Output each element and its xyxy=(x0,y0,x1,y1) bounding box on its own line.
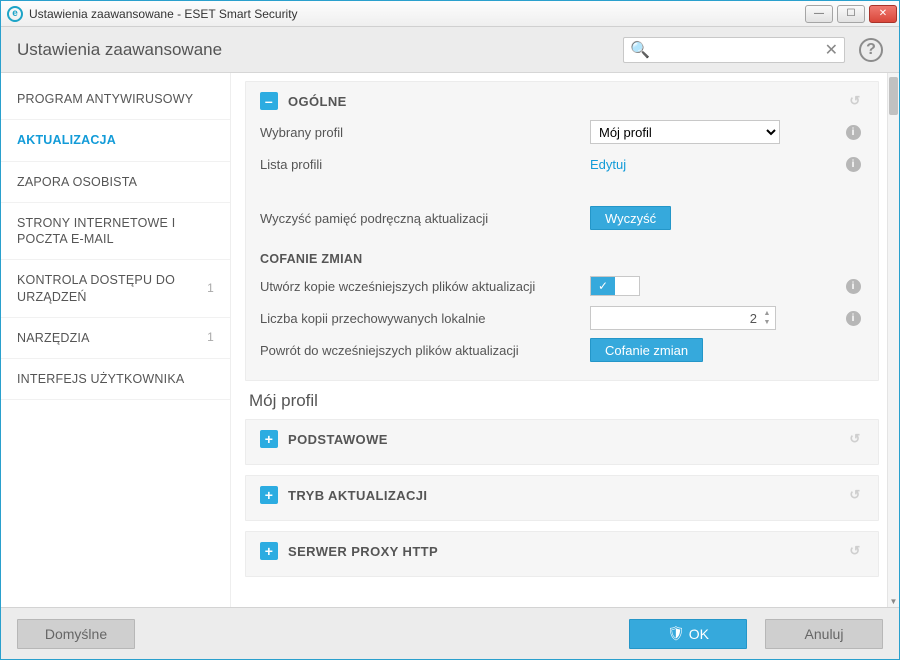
sidebar-item-antivirus[interactable]: PROGRAM ANTYWIRUSOWY xyxy=(1,79,230,120)
panel-reset-icon[interactable]: ↺ xyxy=(846,486,864,504)
shield-icon: 🛡 xyxy=(667,625,685,642)
window-root: e Ustawienia zaawansowane - ESET Smart S… xyxy=(0,0,900,660)
info-icon[interactable]: i xyxy=(846,279,861,294)
info-icon[interactable]: i xyxy=(846,157,861,172)
sidebar-item-label: STRONY INTERNETOWE I POCZTA E-MAIL xyxy=(17,215,214,248)
panel-title: PODSTAWOWE xyxy=(288,432,388,447)
label-clear-cache: Wyczyść pamięć podręczną aktualizacji xyxy=(260,211,590,226)
label-local-copies: Liczba kopii przechowywanych lokalnie xyxy=(260,311,590,326)
panel-proxy-header[interactable]: + SERWER PROXY HTTP ↺ xyxy=(260,542,864,560)
vertical-scrollbar[interactable]: ▲ ▼ xyxy=(887,73,899,607)
clear-search-icon[interactable]: ✕ xyxy=(825,40,838,60)
body: PROGRAM ANTYWIRUSOWY AKTUALIZACJA ZAPORA… xyxy=(1,73,899,607)
ok-button[interactable]: 🛡 OK xyxy=(629,619,747,649)
row-clear-cache: Wyczyść pamięć podręczną aktualizacji Wy… xyxy=(260,202,864,234)
close-button[interactable]: ✕ xyxy=(869,5,897,23)
row-revert: Powrót do wcześniejszych plików aktualiz… xyxy=(260,334,864,366)
expand-icon[interactable]: + xyxy=(260,486,278,504)
step-down-icon[interactable]: ▼ xyxy=(761,318,773,327)
label-revert: Powrót do wcześniejszych plików aktualiz… xyxy=(260,343,590,358)
sidebar-item-label: INTERFEJS UŻYTKOWNIKA xyxy=(17,371,184,387)
titlebar: e Ustawienia zaawansowane - ESET Smart S… xyxy=(1,1,899,27)
panel-proxy: + SERWER PROXY HTTP ↺ xyxy=(245,531,879,577)
help-icon[interactable]: ? xyxy=(859,38,883,62)
panel-update-mode: + TRYB AKTUALIZACJI ↺ xyxy=(245,475,879,521)
search-box[interactable]: 🔍 ✕ xyxy=(623,37,845,63)
panel-general: – OGÓLNE ↺ Wybrany profil Mój profil xyxy=(245,81,879,381)
clear-cache-button[interactable]: Wyczyść xyxy=(590,206,671,230)
panel-title: TRYB AKTUALIZACJI xyxy=(288,488,427,503)
search-icon: 🔍 xyxy=(630,40,650,60)
scrollbar-thumb[interactable] xyxy=(889,77,898,115)
sidebar-item-update[interactable]: AKTUALIZACJA xyxy=(1,120,230,161)
collapse-icon[interactable]: – xyxy=(260,92,278,110)
snapshots-toggle[interactable]: ✓ xyxy=(590,276,640,296)
expand-icon[interactable]: + xyxy=(260,430,278,448)
row-local-copies: Liczba kopii przechowywanych lokalnie 2 … xyxy=(260,302,864,334)
scroll-down-icon[interactable]: ▼ xyxy=(888,595,899,607)
info-icon[interactable]: i xyxy=(846,125,861,140)
cancel-button[interactable]: Anuluj xyxy=(765,619,883,649)
window-title: Ustawienia zaawansowane - ESET Smart Sec… xyxy=(29,7,298,21)
numeric-stepper[interactable]: ▲▼ xyxy=(761,309,773,327)
search-input[interactable] xyxy=(650,42,825,58)
label-profile-list: Lista profili xyxy=(260,157,590,172)
label-selected-profile: Wybrany profil xyxy=(260,125,590,140)
panel-reset-icon[interactable]: ↺ xyxy=(846,430,864,448)
sidebar-item-count: 1 xyxy=(207,281,214,297)
panel-title: SERWER PROXY HTTP xyxy=(288,544,438,559)
page-heading: Ustawienia zaawansowane xyxy=(17,40,222,60)
minimize-button[interactable]: — xyxy=(805,5,833,23)
panel-basic: + PODSTAWOWE ↺ xyxy=(245,419,879,465)
section-heading-profile: Mój profil xyxy=(249,391,879,411)
edit-profiles-link[interactable]: Edytuj xyxy=(590,157,626,172)
label-create-snapshots: Utwórz kopie wcześniejszych plików aktua… xyxy=(260,279,590,294)
app-icon-letter: e xyxy=(12,8,18,19)
ok-label: OK xyxy=(689,626,709,642)
profile-select[interactable]: Mój profil xyxy=(590,120,780,144)
sidebar-item-count: 1 xyxy=(207,330,214,346)
sidebar-item-tools[interactable]: NARZĘDZIA 1 xyxy=(1,318,230,359)
sidebar-item-ui[interactable]: INTERFEJS UŻYTKOWNIKA xyxy=(1,359,230,400)
sidebar-item-web-mail[interactable]: STRONY INTERNETOWE I POCZTA E-MAIL xyxy=(1,203,230,261)
app-icon: e xyxy=(7,6,23,22)
row-profile-list: Lista profili Edytuj i xyxy=(260,148,864,180)
sidebar-item-label: ZAPORA OSOBISTA xyxy=(17,174,137,190)
panel-general-header[interactable]: – OGÓLNE ↺ xyxy=(260,92,864,110)
info-icon[interactable]: i xyxy=(846,311,861,326)
maximize-button[interactable]: ☐ xyxy=(837,5,865,23)
step-up-icon[interactable]: ▲ xyxy=(761,309,773,318)
defaults-button[interactable]: Domyślne xyxy=(17,619,135,649)
sidebar-item-label: NARZĘDZIA xyxy=(17,330,90,346)
subheading-rollback: COFANIE ZMIAN xyxy=(260,252,864,266)
main-content: – OGÓLNE ↺ Wybrany profil Mój profil xyxy=(231,73,899,607)
panel-update-mode-header[interactable]: + TRYB AKTUALIZACJI ↺ xyxy=(260,486,864,504)
sidebar-item-label: PROGRAM ANTYWIRUSOWY xyxy=(17,91,193,107)
local-copies-value: 2 xyxy=(750,311,757,326)
row-create-snapshots: Utwórz kopie wcześniejszych plików aktua… xyxy=(260,270,864,302)
local-copies-input[interactable]: 2 ▲▼ xyxy=(590,306,776,330)
sidebar-item-label: AKTUALIZACJA xyxy=(17,132,116,148)
sidebar-item-firewall[interactable]: ZAPORA OSOBISTA xyxy=(1,162,230,203)
expand-icon[interactable]: + xyxy=(260,542,278,560)
footer: Domyślne 🛡 OK Anuluj xyxy=(1,607,899,659)
toggle-on-icon: ✓ xyxy=(591,277,615,295)
revert-button[interactable]: Cofanie zmian xyxy=(590,338,703,362)
row-selected-profile: Wybrany profil Mój profil i xyxy=(260,116,864,148)
sidebar: PROGRAM ANTYWIRUSOWY AKTUALIZACJA ZAPORA… xyxy=(1,73,231,607)
panel-reset-icon[interactable]: ↺ xyxy=(846,92,864,110)
sidebar-item-device-control[interactable]: KONTROLA DOSTĘPU DO URZĄDZEŃ 1 xyxy=(1,260,230,318)
panel-basic-header[interactable]: + PODSTAWOWE ↺ xyxy=(260,430,864,448)
panel-title: OGÓLNE xyxy=(288,94,347,109)
panel-reset-icon[interactable]: ↺ xyxy=(846,542,864,560)
header: Ustawienia zaawansowane 🔍 ✕ ? xyxy=(1,27,899,73)
sidebar-item-label: KONTROLA DOSTĘPU DO URZĄDZEŃ xyxy=(17,272,207,305)
